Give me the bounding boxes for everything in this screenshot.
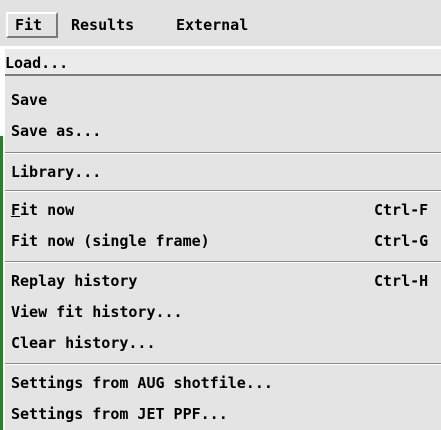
menu-item-settings-aug[interactable]: Settings from AUG shotfile...: [11, 369, 441, 397]
menu-item-label-rest: it now: [20, 201, 75, 219]
menu-item-label: Replay history: [11, 272, 138, 290]
menu-item-save-as[interactable]: Save as...: [11, 117, 441, 145]
menu-bar: Fit Results External: [0, 0, 441, 46]
menu-item-fit-now[interactable]: Fit now Ctrl-F: [11, 196, 441, 224]
menu-item-load[interactable]: Load...: [5, 48, 441, 76]
menu-item-view-fit-history[interactable]: View fit history...: [11, 298, 441, 326]
menu-item-shortcut: Ctrl-H: [374, 272, 429, 290]
menu-separator: [5, 152, 441, 154]
menu-item-label: Library...: [11, 163, 102, 181]
menu-external[interactable]: External: [176, 12, 248, 38]
menu-item-shortcut: Ctrl-G: [374, 232, 429, 250]
menu-item-label: Clear history...: [11, 334, 156, 352]
menu-item-label: Fit now: [11, 196, 74, 224]
menu-item-label: Settings from AUG shotfile...: [11, 374, 273, 392]
fit-dropdown-menu: Load... Save Save as... Library... Fit n…: [3, 46, 441, 430]
mnemonic-letter: F: [11, 201, 21, 219]
menu-item-clear-history[interactable]: Clear history...: [11, 329, 441, 357]
menu-separator: [5, 261, 441, 263]
menu-item-settings-jet[interactable]: Settings from JET PPF...: [11, 400, 441, 428]
menu-item-label: Settings from JET PPF...: [11, 405, 228, 423]
menu-item-label: View fit history...: [11, 303, 183, 321]
menu-item-replay-history[interactable]: Replay history Ctrl-H: [11, 267, 441, 295]
menu-separator: [5, 190, 441, 192]
menu-results[interactable]: Results: [71, 12, 134, 38]
menu-item-library[interactable]: Library...: [11, 158, 441, 186]
menu-fit[interactable]: Fit: [6, 12, 58, 38]
menu-item-label: Save as...: [11, 122, 102, 140]
menu-item-label: Save: [11, 91, 48, 109]
menu-item-fit-single-frame[interactable]: Fit now (single frame) Ctrl-G: [11, 227, 441, 255]
menu-item-shortcut: Ctrl-F: [374, 201, 429, 219]
menu-separator: [5, 363, 441, 365]
menu-item-label: Load...: [5, 54, 69, 72]
menu-item-save[interactable]: Save: [11, 86, 441, 114]
menu-item-label: Fit now (single frame): [11, 232, 210, 250]
